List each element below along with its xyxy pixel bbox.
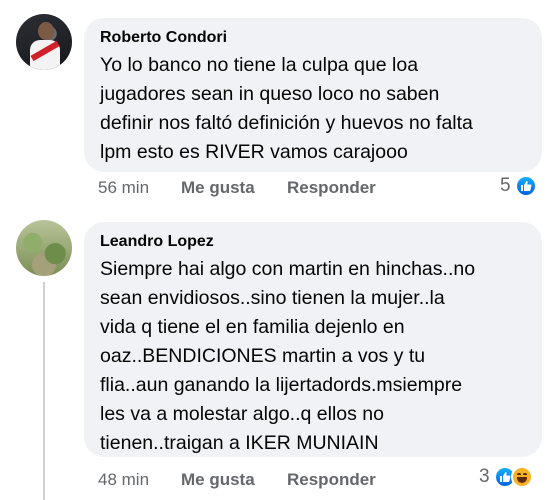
comment-thread: Roberto Condori Yo lo banco no tiene la … <box>0 0 557 500</box>
comment-bubble: Roberto Condori Yo lo banco no tiene la … <box>84 18 542 172</box>
reaction-count: 5 <box>500 175 511 196</box>
haha-icon <box>510 466 533 488</box>
thread-line <box>43 282 45 500</box>
avatar[interactable] <box>16 14 72 70</box>
comment-bubble: Leandro Lopez Siempre hai algo con marti… <box>84 222 542 457</box>
comment-text: Siempre hai algo con martin en hinchas..… <box>100 258 476 454</box>
comment-actions: 56 min Me gusta Responder <box>98 178 376 198</box>
comment-timestamp[interactable]: 48 min <box>98 470 181 490</box>
reaction-summary[interactable]: 5 <box>500 175 537 197</box>
avatar[interactable] <box>16 220 72 276</box>
reaction-count: 3 <box>479 466 490 487</box>
reaction-summary[interactable]: 3 <box>479 466 533 488</box>
like-button[interactable]: Me gusta <box>181 470 287 490</box>
comment-text: Yo lo banco no tiene la culpa que loa ju… <box>100 54 473 163</box>
comment-author[interactable]: Leandro Lopez <box>100 232 526 252</box>
reply-button[interactable]: Responder <box>287 470 376 490</box>
comment-author[interactable]: Roberto Condori <box>100 28 526 48</box>
comment-actions: 48 min Me gusta Responder <box>98 470 376 490</box>
like-button[interactable]: Me gusta <box>181 178 287 198</box>
comment-timestamp[interactable]: 56 min <box>98 178 181 198</box>
like-icon <box>514 175 537 197</box>
reply-button[interactable]: Responder <box>287 178 376 198</box>
